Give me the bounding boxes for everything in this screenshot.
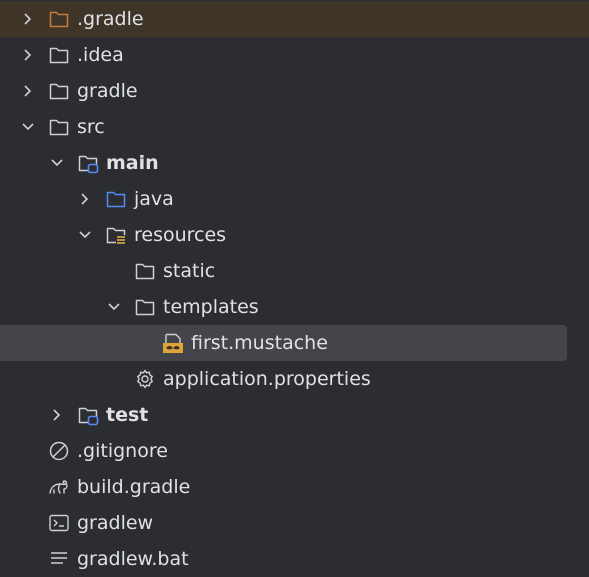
tree-item-label: java xyxy=(134,188,174,210)
tree-item-java[interactable]: java xyxy=(0,181,589,217)
chevron-down-icon[interactable] xyxy=(20,119,36,135)
tree-item-label: .idea xyxy=(77,44,124,66)
resources-folder-icon xyxy=(105,224,127,246)
tree-item-label: test xyxy=(106,404,149,426)
module-folder-icon xyxy=(77,152,99,174)
chevron-right-icon[interactable] xyxy=(20,47,36,63)
chevron-right-icon[interactable] xyxy=(49,407,65,423)
chevron-right-icon[interactable] xyxy=(20,11,36,27)
folder-icon xyxy=(134,296,156,318)
tree-item-label: main xyxy=(106,152,159,174)
tree-item-label: .gradle xyxy=(77,8,144,30)
tree-item-gitignore[interactable]: .gitignore xyxy=(0,433,589,469)
folder-icon xyxy=(48,44,70,66)
tree-item-application-properties[interactable]: application.properties xyxy=(0,361,589,397)
ignore-icon xyxy=(48,440,70,462)
gear-icon xyxy=(134,368,156,390)
folder-icon xyxy=(134,260,156,282)
tree-item-label: templates xyxy=(163,296,259,318)
terminal-icon xyxy=(48,512,70,534)
source-folder-icon xyxy=(105,188,127,210)
tree-item-src[interactable]: src xyxy=(0,109,589,145)
tree-item-idea[interactable]: .idea xyxy=(0,37,589,73)
tree-item-templates[interactable]: templates xyxy=(0,289,589,325)
tree-item-test[interactable]: test xyxy=(0,397,589,433)
tree-item-gradle-dir[interactable]: .gradle xyxy=(0,1,589,37)
chevron-down-icon[interactable] xyxy=(77,227,93,243)
tree-item-label: build.gradle xyxy=(77,476,191,498)
excluded-folder-icon xyxy=(48,8,70,30)
tree-item-label: first.mustache xyxy=(191,332,328,354)
chevron-right-icon[interactable] xyxy=(77,191,93,207)
text-file-icon xyxy=(48,548,70,570)
module-folder-icon xyxy=(77,404,99,426)
folder-icon xyxy=(48,80,70,102)
gradle-elephant-icon xyxy=(48,476,70,498)
tree-item-static[interactable]: static xyxy=(0,253,589,289)
tree-item-main[interactable]: main xyxy=(0,145,589,181)
chevron-down-icon[interactable] xyxy=(106,299,122,315)
tree-item-first-mustache[interactable]: first.mustache xyxy=(0,325,567,361)
folder-icon xyxy=(48,116,70,138)
project-tree: .gradle .idea gradle src main java resou… xyxy=(0,0,589,570)
tree-item-label: src xyxy=(77,116,105,138)
tree-item-label: gradle xyxy=(77,80,138,102)
tree-item-label: resources xyxy=(134,224,227,246)
tree-item-build-gradle[interactable]: build.gradle xyxy=(0,469,589,505)
tree-item-label: .gitignore xyxy=(77,440,168,462)
mustache-file-icon xyxy=(162,332,184,354)
tree-item-label: gradlew xyxy=(77,512,154,534)
tree-item-gradlew[interactable]: gradlew xyxy=(0,505,589,541)
tree-item-label: static xyxy=(163,260,216,282)
chevron-down-icon[interactable] xyxy=(49,155,65,171)
tree-item-resources[interactable]: resources xyxy=(0,217,589,253)
tree-item-label: gradlew.bat xyxy=(77,548,189,570)
tree-item-label: application.properties xyxy=(163,368,371,390)
tree-item-gradle[interactable]: gradle xyxy=(0,73,589,109)
chevron-right-icon[interactable] xyxy=(20,83,36,99)
tree-item-gradlew-bat[interactable]: gradlew.bat xyxy=(0,541,589,577)
